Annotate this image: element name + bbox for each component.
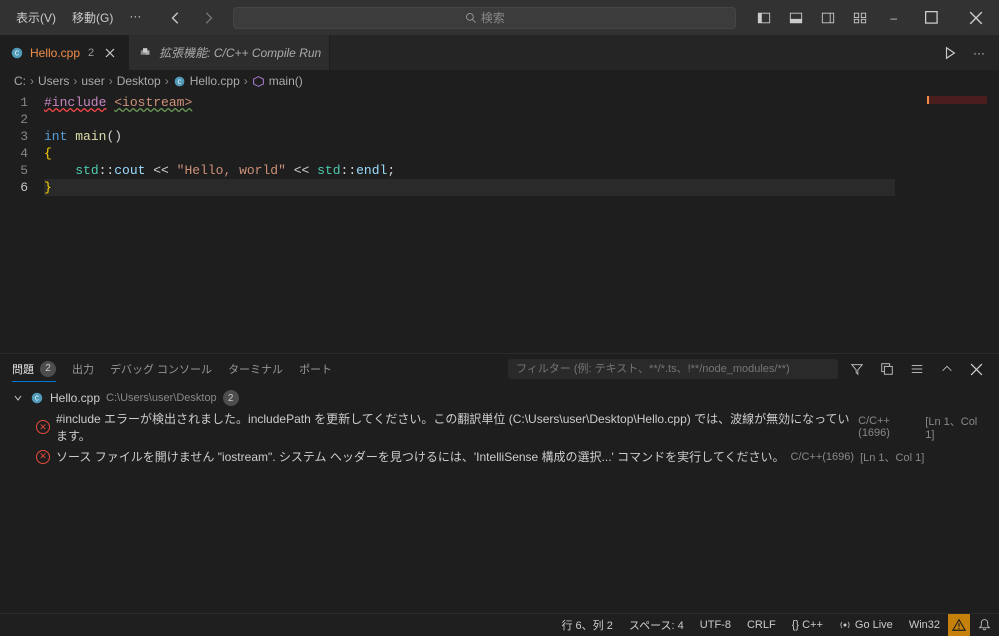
- problems-count-badge: 2: [40, 361, 56, 377]
- cpp-file-icon: C: [30, 391, 44, 405]
- error-icon: ✕: [36, 450, 50, 464]
- problem-location: [Ln 1、Col 1]: [925, 413, 987, 441]
- minimap-marker: [927, 96, 987, 104]
- problems-file-name: Hello.cpp: [50, 391, 100, 405]
- status-language[interactable]: {} C++: [784, 614, 831, 635]
- crumb-file[interactable]: C Hello.cpp: [173, 74, 240, 88]
- status-bar: 行 6、列 2 スペース: 4 UTF-8 CRLF {} C++ Go Liv…: [0, 613, 999, 635]
- problem-message: ソース ファイルを開けません "iostream". システム ヘッダーを見つけ…: [56, 448, 784, 465]
- status-bell-icon[interactable]: [970, 614, 999, 635]
- problem-source: C/C++(1696): [858, 415, 919, 439]
- problem-source: C/C++(1696): [790, 451, 854, 463]
- search-icon: [465, 12, 477, 24]
- broadcast-icon: [839, 619, 851, 631]
- problems-filter-input[interactable]: [508, 359, 838, 379]
- menu-go[interactable]: 移動(G): [64, 3, 121, 32]
- panel-tab-console[interactable]: デバッグ コンソール: [110, 357, 212, 381]
- crumb[interactable]: Users: [38, 74, 69, 88]
- panel-maximize-icon[interactable]: [936, 360, 958, 378]
- tab-problems-badge: 2: [88, 47, 94, 59]
- nav-forward-icon[interactable]: [195, 7, 221, 29]
- svg-text:C: C: [177, 78, 181, 85]
- svg-text:C: C: [35, 396, 39, 404]
- filter-icon[interactable]: [846, 360, 868, 378]
- layout-sidebar-left-icon[interactable]: [748, 5, 780, 31]
- problem-item[interactable]: ✕ #include エラーが検出されました。includePath を更新して…: [8, 408, 991, 446]
- tab-extension[interactable]: 拡張機能: C/C++ Compile Run: [129, 35, 330, 70]
- problem-location: [Ln 1、Col 1]: [860, 449, 924, 465]
- file-problems-count: 2: [223, 390, 239, 406]
- close-icon[interactable]: [953, 5, 999, 31]
- tab-bar: C Hello.cpp 2 拡張機能: C/C++ Compile Run ··…: [0, 35, 999, 70]
- problem-message: #include エラーが検出されました。includePath を更新してくだ…: [56, 410, 852, 444]
- minimize-icon[interactable]: –: [876, 5, 911, 31]
- crumb[interactable]: user: [81, 74, 104, 88]
- status-encoding[interactable]: UTF-8: [692, 614, 739, 635]
- customize-layout-icon[interactable]: [844, 5, 876, 31]
- collapse-all-icon[interactable]: [876, 360, 898, 378]
- search-placeholder: 検索: [481, 9, 505, 26]
- tab-close-icon[interactable]: [100, 45, 120, 61]
- maximize-icon[interactable]: [911, 5, 953, 31]
- svg-text:C: C: [15, 50, 19, 58]
- crumb[interactable]: C:: [14, 74, 26, 88]
- more-actions-icon[interactable]: ···: [967, 42, 991, 64]
- panel-close-icon[interactable]: [966, 361, 987, 378]
- layout-sidebar-right-icon[interactable]: [812, 5, 844, 31]
- panel-tab-terminal[interactable]: ターミナル: [228, 357, 283, 381]
- status-line-col[interactable]: 行 6、列 2: [554, 614, 621, 635]
- run-icon[interactable]: [937, 42, 963, 64]
- title-bar: 表示(V) 移動(G) ··· 検索 –: [0, 0, 999, 35]
- line-numbers: 123456: [0, 92, 44, 353]
- crumb-symbol[interactable]: main(): [252, 74, 303, 88]
- panel-tab-output[interactable]: 出力: [72, 357, 94, 381]
- menu-view[interactable]: 表示(V): [8, 3, 64, 32]
- bottom-panel: 問題 2 出力 デバッグ コンソール ターミナル ポート C Hello.cpp…: [0, 353, 999, 613]
- status-platform[interactable]: Win32: [901, 614, 948, 635]
- error-icon: ✕: [36, 420, 50, 434]
- tab-label: 拡張機能: C/C++ Compile Run: [159, 44, 321, 61]
- tab-hello-cpp[interactable]: C Hello.cpp 2: [0, 35, 129, 70]
- minimap[interactable]: [895, 92, 999, 353]
- breadcrumb: C:› Users› user› Desktop› C Hello.cpp › …: [0, 70, 999, 92]
- status-spaces[interactable]: スペース: 4: [621, 614, 692, 635]
- method-icon: [252, 75, 265, 88]
- status-go-live[interactable]: Go Live: [831, 614, 901, 635]
- problems-file-path: C:\Users\user\Desktop: [106, 392, 217, 404]
- extension-icon: [139, 46, 153, 60]
- status-eol[interactable]: CRLF: [739, 614, 784, 635]
- crumb[interactable]: Desktop: [117, 74, 161, 88]
- cpp-file-icon: C: [10, 46, 24, 60]
- panel-tab-ports[interactable]: ポート: [299, 357, 332, 381]
- chevron-down-icon: [12, 392, 24, 404]
- tab-label: Hello.cpp: [30, 46, 80, 60]
- code-area[interactable]: #include <iostream> int main() { std::co…: [44, 92, 999, 353]
- status-warning-icon[interactable]: [948, 614, 970, 636]
- layout-panel-icon[interactable]: [780, 5, 812, 31]
- problems-file-row[interactable]: C Hello.cpp C:\Users\user\Desktop 2: [8, 388, 991, 408]
- view-as-list-icon[interactable]: [906, 360, 928, 378]
- nav-back-icon[interactable]: [163, 7, 189, 29]
- command-center[interactable]: 検索: [233, 7, 736, 29]
- editor[interactable]: 123456 #include <iostream> int main() { …: [0, 92, 999, 353]
- panel-tab-problems[interactable]: 問題 2: [12, 357, 56, 382]
- cpp-file-icon: C: [173, 75, 186, 88]
- menu-more[interactable]: ···: [121, 3, 149, 32]
- problem-item[interactable]: ✕ ソース ファイルを開けません "iostream". システム ヘッダーを見…: [8, 446, 991, 467]
